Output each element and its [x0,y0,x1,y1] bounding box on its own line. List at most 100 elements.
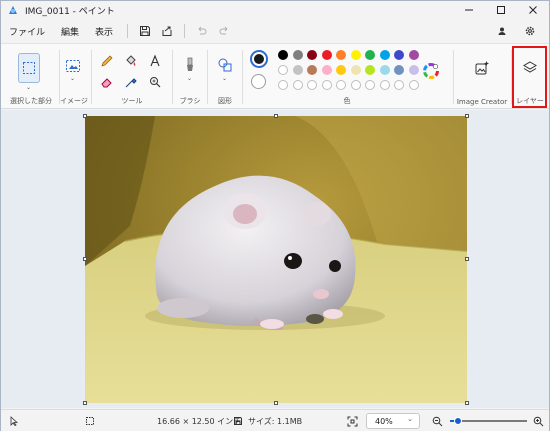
palette-swatch[interactable] [394,50,404,60]
palette-swatch[interactable] [278,50,288,60]
resize-handle-top-left[interactable] [83,114,87,118]
paint-app-icon [9,6,17,14]
brush-button[interactable] [180,56,200,74]
undo-button[interactable] [191,22,213,40]
file-size-text: サイズ: 1.1MB [248,416,303,426]
selection-size-icon [86,417,94,425]
account-button[interactable] [491,22,513,40]
selection-group-label: 選択した部分 [10,97,52,105]
custom-color-slot[interactable] [408,80,419,90]
text-tool[interactable] [145,52,165,70]
palette-swatch[interactable] [336,65,346,75]
close-button[interactable] [517,1,549,19]
hamster-image [85,116,467,403]
save-button[interactable] [134,22,156,40]
custom-color-slot[interactable] [307,80,317,90]
zoom-in-button[interactable] [533,410,544,431]
palette-swatch[interactable] [321,65,332,75]
resize-handle-bottom[interactable] [274,401,278,405]
image-creator-button[interactable] [472,59,492,77]
custom-color-slot[interactable] [278,80,288,90]
settings-button[interactable] [519,22,541,40]
palette-swatch[interactable] [321,50,332,60]
palette-swatch[interactable] [408,50,419,60]
menu-view[interactable]: 表示 [87,25,121,38]
menu-edit[interactable]: 編集 [53,25,87,38]
resize-handle-top[interactable] [274,114,278,118]
zoom-out-icon [432,416,443,426]
palette-swatch[interactable] [379,50,390,60]
palette-swatch[interactable] [379,65,390,75]
chevron-down-icon[interactable]: ⌄ [187,75,192,82]
zoom-slider[interactable] [450,417,527,425]
resize-handle-right[interactable] [465,257,469,261]
primary-color-swatch[interactable] [250,50,268,68]
brush-icon [187,57,193,71]
file-size-icon [234,417,242,425]
primary-color-fill [254,54,264,64]
redo-button[interactable] [213,22,235,40]
ribbon-separator [91,50,92,104]
maximize-button[interactable] [485,1,517,19]
resize-handle-bottom-left[interactable] [83,401,87,405]
paint-window: IMG_0011 - ペイント ファイル 編集 表示 ⌄ 選択した部分 ⌄ イメ… [0,0,550,431]
custom-color-slot[interactable] [365,80,375,90]
zoom-select[interactable]: 40% ⌄ [366,413,420,429]
chevron-down-icon[interactable]: ⌄ [222,75,227,82]
palette-swatch[interactable] [394,65,404,75]
selection-button[interactable] [18,53,40,83]
palette-swatch[interactable] [278,65,288,75]
minimize-button[interactable] [453,1,485,19]
color-wheel-icon [423,63,439,79]
brushes-group-label: ブラシ [179,97,201,105]
pencil-tool[interactable] [97,52,117,70]
magnifier-tool[interactable] [145,73,165,91]
custom-color-slot[interactable] [336,80,346,90]
palette-swatch[interactable] [307,50,317,60]
resize-handle-left[interactable] [83,257,87,261]
image-creator-group: Image Creator [454,44,510,110]
zoom-slider-thumb[interactable] [453,417,462,425]
palette-swatch[interactable] [307,65,317,75]
fill-tool[interactable] [121,52,141,70]
share-button[interactable] [156,22,178,40]
custom-color-slot[interactable] [350,80,361,90]
selection-rectangle-icon [23,62,35,74]
palette-swatch[interactable] [336,50,346,60]
window-title: IMG_0011 - ペイント [25,6,115,17]
resize-handle-top-right[interactable] [465,114,469,118]
canvas-area[interactable] [1,110,549,408]
menu-file[interactable]: ファイル [1,25,53,38]
custom-color-slot[interactable] [394,80,404,90]
palette-swatch[interactable] [292,65,303,75]
color-picker-tool[interactable] [121,73,141,91]
chevron-down-icon[interactable]: ⌄ [70,75,75,82]
fit-to-window-button[interactable] [347,410,358,431]
edit-colors-button[interactable] [421,62,441,80]
palette-swatch[interactable] [292,50,303,60]
image-crop-icon [66,60,80,72]
custom-color-slot[interactable] [292,80,303,90]
zoom-out-button[interactable] [432,410,443,431]
secondary-color-swatch[interactable] [251,74,266,89]
chevron-down-icon[interactable]: ⌄ [26,84,31,91]
palette-swatch[interactable] [350,65,361,75]
image-creator-icon [475,61,489,75]
palette-swatch[interactable] [350,50,361,60]
palette-swatch[interactable] [408,65,419,75]
custom-color-slot[interactable] [379,80,390,90]
palette-swatch[interactable] [365,65,375,75]
account-icon [498,27,506,35]
resize-handle-bottom-right[interactable] [465,401,469,405]
image-button[interactable] [63,57,83,75]
hamster-photo[interactable] [85,116,467,403]
close-icon [529,6,537,14]
palette-swatch[interactable] [365,50,375,60]
custom-color-slot[interactable] [321,80,332,90]
title-bar: IMG_0011 - ペイント [1,1,549,19]
eraser-tool[interactable] [97,73,117,91]
canvas-size-text: 16.66 × 12.50 インチ [157,416,242,426]
chevron-down-icon: ⌄ [407,415,413,423]
tools-group-label: ツール [121,97,143,105]
shapes-button[interactable] [215,56,235,74]
